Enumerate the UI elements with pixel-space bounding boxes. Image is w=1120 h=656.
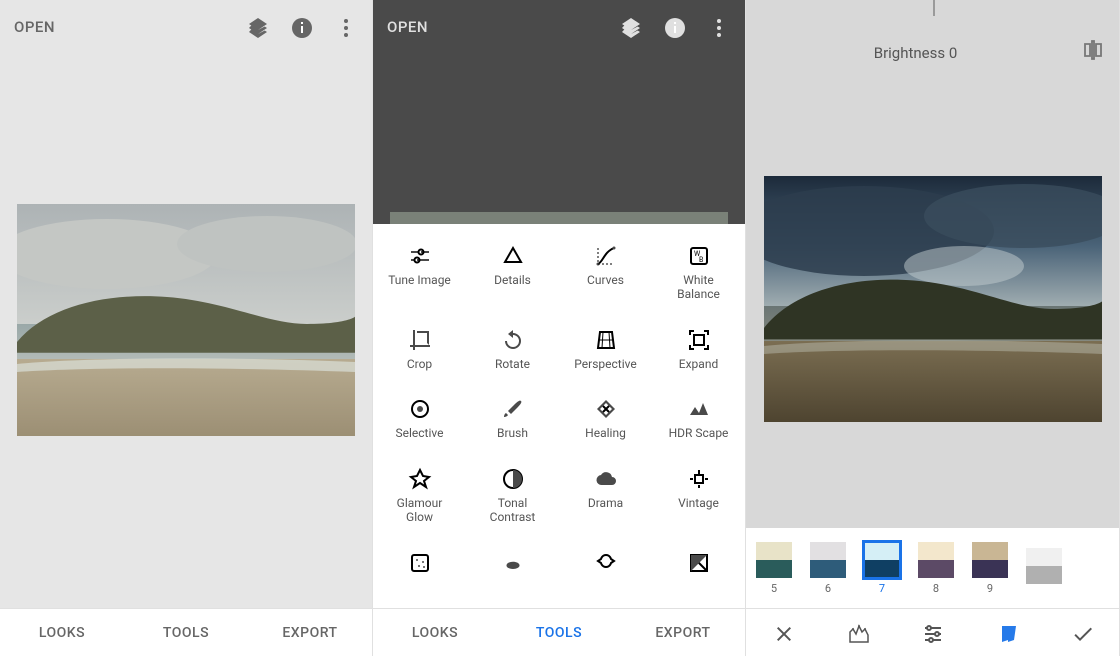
tool-label: Drama (588, 497, 623, 511)
tool-perspective[interactable]: Perspective (559, 328, 652, 372)
preset-swatch[interactable]: 6 (810, 542, 846, 595)
tool-label: Tune Image (388, 274, 451, 288)
more-icon[interactable] (332, 14, 358, 40)
slider-origin-tick (933, 0, 935, 16)
tool-brush[interactable]: Brush (466, 397, 559, 441)
tool-label: Details (494, 274, 531, 288)
tool-label: Glamour Glow (385, 497, 455, 525)
tool-label: Vintage (678, 497, 719, 511)
tab-looks[interactable]: LOOKS (0, 609, 124, 656)
tool-tune[interactable]: Tune Image (373, 244, 466, 302)
tool-hdr[interactable]: HDR Scape (652, 397, 745, 441)
swatch-number: 7 (879, 582, 885, 595)
tool-bw[interactable] (652, 551, 745, 581)
preset-swatch[interactable]: 7 (864, 542, 900, 595)
swatch-number: 6 (825, 582, 831, 595)
tab-tools[interactable]: TOOLS (124, 609, 248, 656)
header-dim: OPEN (373, 0, 745, 54)
tab-looks[interactable]: LOOKS (373, 609, 497, 656)
swatch-number: 5 (771, 582, 777, 595)
tool-label: Healing (585, 427, 626, 441)
tool-label: HDR Scape (669, 427, 729, 441)
tool-drama[interactable]: Drama (559, 467, 652, 525)
image-canvas-dim (373, 54, 745, 224)
swatch-thumb (810, 542, 846, 578)
more-icon[interactable] (705, 14, 731, 40)
preset-swatch[interactable] (1026, 548, 1062, 588)
preset-swatch[interactable]: 5 (756, 542, 792, 595)
apply-button[interactable] (1044, 609, 1119, 656)
tool-grainy[interactable] (373, 551, 466, 581)
tool-label: Rotate (495, 358, 530, 372)
panel-adjust: Brightness 0 5 6 7 8 9 (746, 0, 1120, 656)
info-icon[interactable] (288, 14, 314, 40)
action-bar (746, 608, 1119, 656)
tool-label: Crop (407, 358, 432, 372)
photo-preview (764, 176, 1102, 422)
tool-vintage[interactable]: Vintage (652, 467, 745, 525)
tab-tools[interactable]: TOOLS (497, 609, 621, 656)
layers-icon[interactable] (244, 14, 270, 40)
preset-strip[interactable]: 5 6 7 8 9 (746, 528, 1119, 608)
styles-button[interactable] (970, 609, 1045, 656)
tool-label: Expand (679, 358, 718, 372)
swatch-number: 8 (933, 582, 939, 595)
tool-rotate[interactable]: Rotate (466, 328, 559, 372)
image-canvas[interactable] (0, 54, 372, 608)
tab-export[interactable]: EXPORT (621, 609, 745, 656)
panel-main: OPEN LOOKS TOOLS EXPORT (0, 0, 373, 656)
tool-label: Tonal Contrast (478, 497, 548, 525)
image-canvas[interactable] (746, 70, 1119, 528)
tool-label: White Balance (664, 274, 734, 302)
tool-glamour[interactable]: Glamour Glow (373, 467, 466, 525)
open-button[interactable]: OPEN (387, 18, 428, 36)
tool-tonal[interactable]: Tonal Contrast (466, 467, 559, 525)
header: OPEN (0, 0, 372, 54)
cancel-button[interactable] (746, 609, 821, 656)
layers-icon[interactable] (617, 14, 643, 40)
tool-label: Curves (587, 274, 624, 288)
sliders-button[interactable] (895, 609, 970, 656)
compare-icon[interactable] (1081, 38, 1105, 62)
panel-tools: OPEN Tune Image Details Curves White Balanc… (373, 0, 746, 656)
tool-selective[interactable]: Selective (373, 397, 466, 441)
swatch-thumb (864, 542, 900, 578)
preset-swatch[interactable]: 9 (972, 542, 1008, 595)
bottom-tabs: LOOKS TOOLS EXPORT (0, 608, 372, 656)
tool-label: Selective (396, 427, 444, 441)
bottom-tabs: LOOKS TOOLS EXPORT (373, 608, 745, 656)
tools-sheet: Tune Image Details Curves White Balance Crop… (373, 224, 745, 608)
preset-swatch[interactable]: 8 (918, 542, 954, 595)
adjust-header: Brightness 0 (746, 0, 1119, 70)
photo-preview (17, 204, 355, 436)
tool-crop[interactable]: Crop (373, 328, 466, 372)
tool-label: Brush (497, 427, 528, 441)
tab-export[interactable]: EXPORT (248, 609, 372, 656)
open-button[interactable]: OPEN (14, 18, 55, 36)
swatch-thumb (1026, 548, 1062, 584)
histogram-button[interactable] (821, 609, 896, 656)
param-readout: Brightness 0 (760, 44, 1071, 62)
tool-retro[interactable] (466, 551, 559, 581)
swatch-thumb (918, 542, 954, 578)
tool-details[interactable]: Details (466, 244, 559, 302)
tool-healing[interactable]: Healing (559, 397, 652, 441)
tool-curves[interactable]: Curves (559, 244, 652, 302)
tool-wb[interactable]: White Balance (652, 244, 745, 302)
swatch-number: 9 (987, 582, 993, 595)
tool-grunge[interactable] (559, 551, 652, 581)
swatch-thumb (756, 542, 792, 578)
swatch-thumb (972, 542, 1008, 578)
info-icon[interactable] (661, 14, 687, 40)
tool-expand[interactable]: Expand (652, 328, 745, 372)
tool-label: Perspective (574, 358, 636, 372)
